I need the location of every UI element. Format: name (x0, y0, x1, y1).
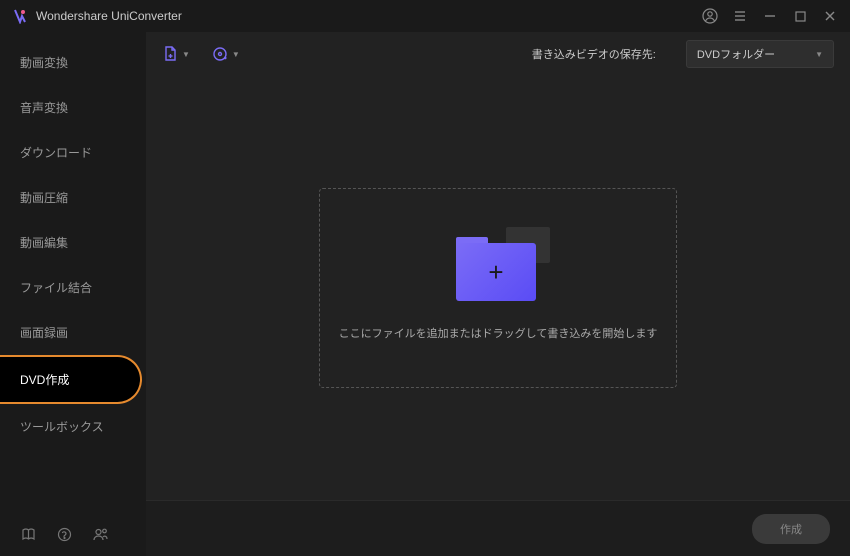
sidebar-item-label: ダウンロード (20, 146, 92, 160)
titlebar: Wondershare UniConverter (0, 0, 850, 32)
minimize-button[interactable] (762, 8, 778, 24)
create-button-label: 作成 (780, 524, 802, 536)
sidebar-item-compress[interactable]: 動画圧縮 (0, 175, 146, 220)
sidebar-item-label: 画面録画 (20, 326, 68, 340)
chevron-down-icon: ▼ (232, 50, 240, 59)
user-icon[interactable] (92, 526, 108, 542)
toolbar: ▼ ▼ 書き込みビデオの保存先: DVDフォルダー ▼ (146, 32, 850, 76)
guide-icon[interactable] (20, 526, 36, 542)
sidebar-item-label: DVD作成 (20, 373, 69, 387)
maximize-button[interactable] (792, 8, 808, 24)
sidebar-item-merge[interactable]: ファイル結合 (0, 265, 146, 310)
save-destination-select[interactable]: DVDフォルダー ▼ (686, 40, 834, 68)
save-destination-value: DVDフォルダー (697, 46, 775, 62)
sidebar-item-label: 動画変換 (20, 56, 68, 70)
sidebar-item-record[interactable]: 画面録画 (0, 310, 146, 355)
dropzone-text: ここにファイルを追加またはドラッグして書き込みを開始します (339, 325, 658, 341)
sidebar-item-toolbox[interactable]: ツールボックス (0, 404, 146, 449)
add-folder-icon: + (456, 235, 540, 305)
account-icon[interactable] (702, 8, 718, 24)
sidebar-item-label: 動画圧縮 (20, 191, 68, 205)
add-file-button[interactable]: ▼ (162, 46, 190, 62)
app-title: Wondershare UniConverter (36, 9, 182, 23)
content: ▼ ▼ 書き込みビデオの保存先: DVDフォルダー ▼ + ここにファイルを追加… (146, 32, 850, 556)
sidebar-item-label: ファイル結合 (20, 281, 92, 295)
sidebar-item-label: 動画編集 (20, 236, 68, 250)
chevron-down-icon: ▼ (815, 50, 823, 59)
sidebar-item-audio-convert[interactable]: 音声変換 (0, 85, 146, 130)
sidebar-item-download[interactable]: ダウンロード (0, 130, 146, 175)
close-button[interactable] (822, 8, 838, 24)
create-button[interactable]: 作成 (752, 514, 830, 544)
dropzone[interactable]: + ここにファイルを追加またはドラッグして書き込みを開始します (319, 188, 677, 388)
chevron-down-icon: ▼ (182, 50, 190, 59)
sidebar-item-video-convert[interactable]: 動画変換 (0, 40, 146, 85)
sidebar-item-label: ツールボックス (20, 420, 104, 434)
sidebar-item-dvd[interactable]: DVD作成 (0, 355, 142, 404)
add-disc-button[interactable]: ▼ (212, 46, 240, 62)
save-destination-label: 書き込みビデオの保存先: (532, 46, 656, 62)
help-icon[interactable] (56, 526, 72, 542)
sidebar-item-label: 音声変換 (20, 101, 68, 115)
menu-icon[interactable] (732, 8, 748, 24)
sidebar-item-edit[interactable]: 動画編集 (0, 220, 146, 265)
footer: 作成 (146, 500, 850, 556)
app-logo-icon (12, 8, 28, 24)
sidebar: 動画変換 音声変換 ダウンロード 動画圧縮 動画編集 ファイル結合 画面録画 D… (0, 32, 146, 556)
